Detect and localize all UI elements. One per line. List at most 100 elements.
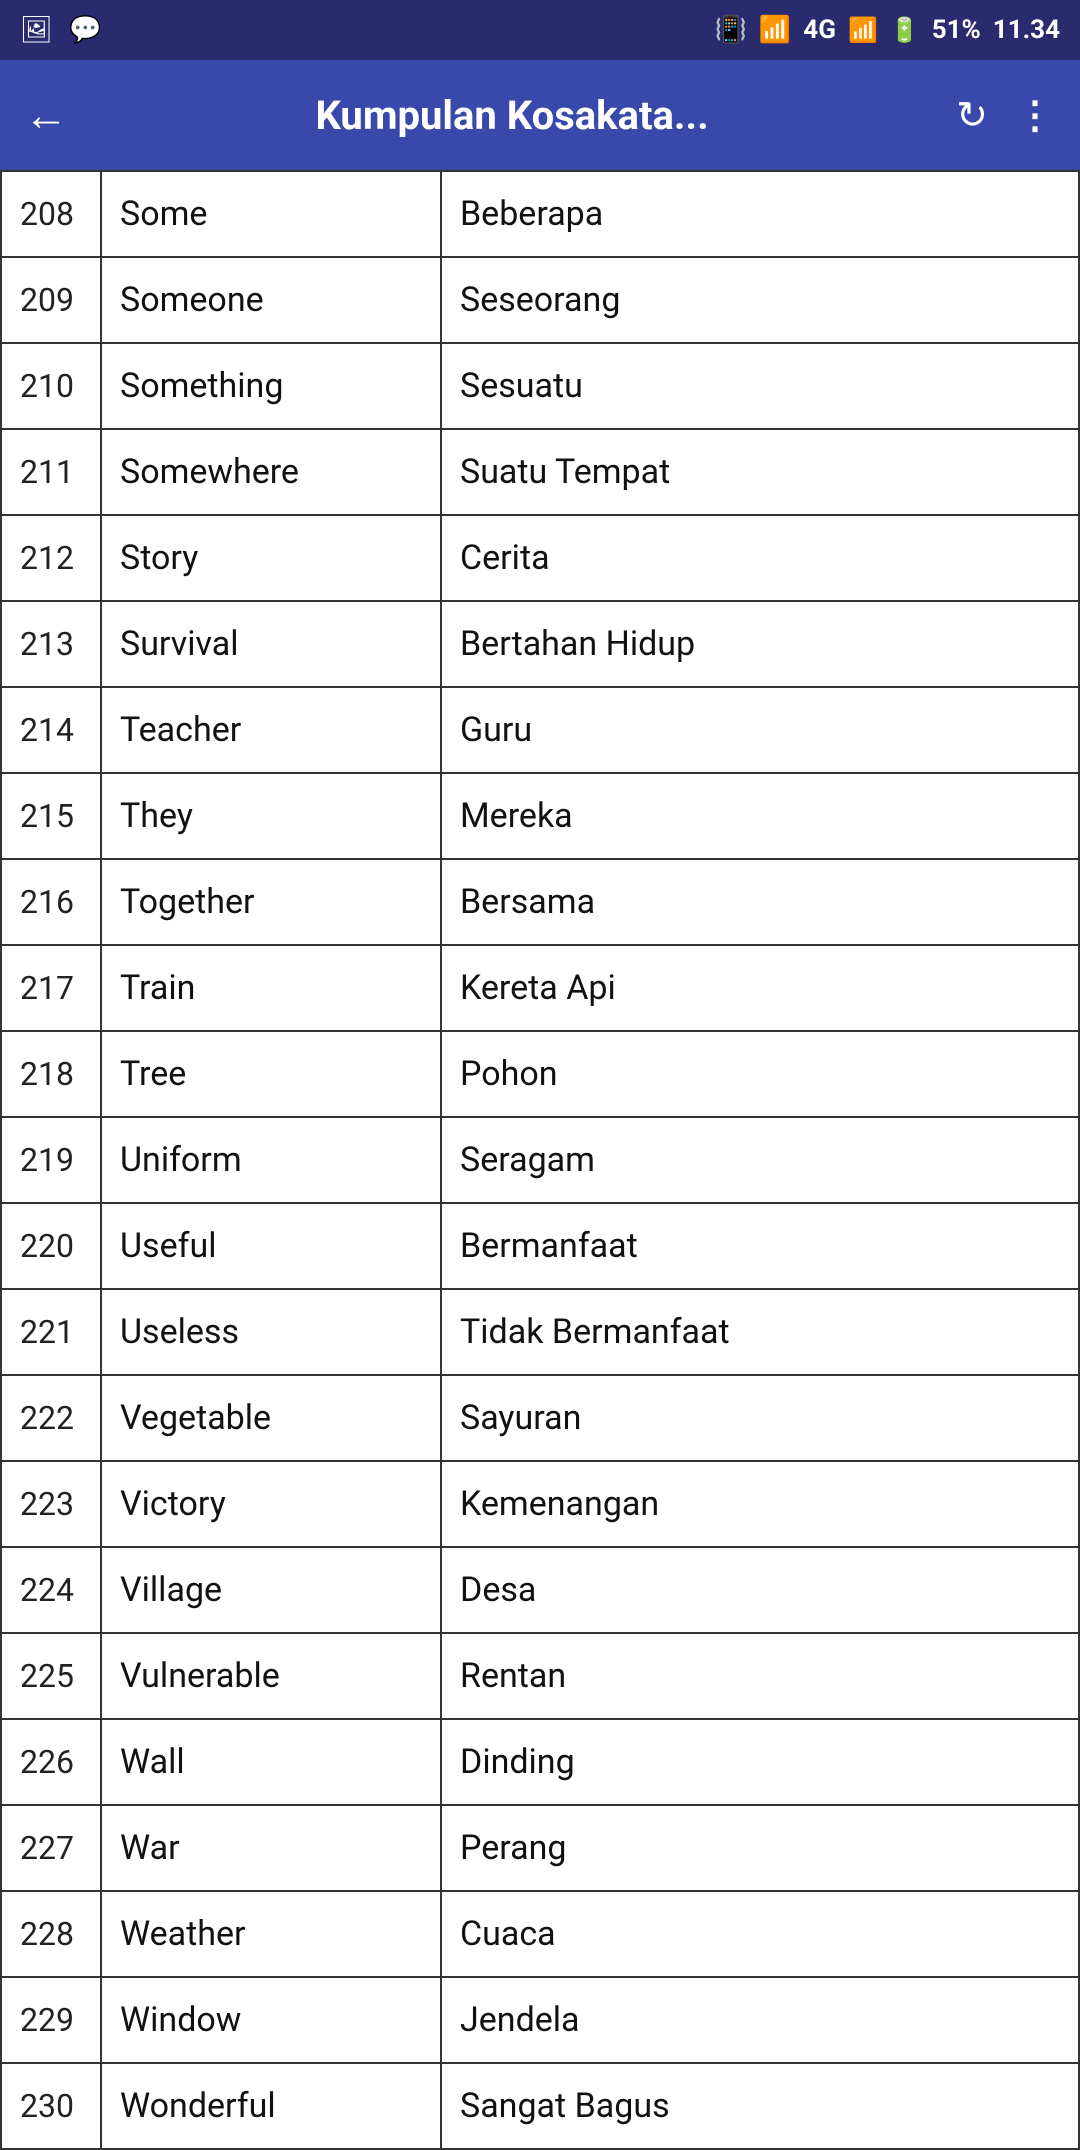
app-bar-actions: ↻ ⋮: [956, 93, 1056, 138]
english-word: Useful: [101, 1203, 441, 1289]
signal-bars-icon: 📶: [848, 16, 878, 44]
english-word: Tree: [101, 1031, 441, 1117]
indonesian-translation: Sayuran: [441, 1375, 1079, 1461]
indonesian-translation: Cerita: [441, 515, 1079, 601]
table-row[interactable]: 218TreePohon: [1, 1031, 1079, 1117]
table-row[interactable]: 210SomethingSesuatu: [1, 343, 1079, 429]
english-word: Uniform: [101, 1117, 441, 1203]
row-number: 223: [1, 1461, 101, 1547]
table-row[interactable]: 227WarPerang: [1, 1805, 1079, 1891]
english-word: Survival: [101, 601, 441, 687]
indonesian-translation: Bersama: [441, 859, 1079, 945]
english-word: Window: [101, 1977, 441, 2063]
indonesian-translation: Kemenangan: [441, 1461, 1079, 1547]
english-word: War: [101, 1805, 441, 1891]
table-row[interactable]: 223VictoryKemenangan: [1, 1461, 1079, 1547]
row-number: 218: [1, 1031, 101, 1117]
table-row[interactable]: 226WallDinding: [1, 1719, 1079, 1805]
status-bar: 🖼 💬 📳 📶 4G 📶 🔋 51% 11.34: [0, 0, 1080, 60]
english-word: Vegetable: [101, 1375, 441, 1461]
indonesian-translation: Perang: [441, 1805, 1079, 1891]
table-row[interactable]: 214TeacherGuru: [1, 687, 1079, 773]
row-number: 214: [1, 687, 101, 773]
table-row[interactable]: 228WeatherCuaca: [1, 1891, 1079, 1977]
clock: 11.34: [993, 15, 1060, 45]
table-row[interactable]: 229WindowJendela: [1, 1977, 1079, 2063]
vocab-table: 208SomeBeberapa209SomeoneSeseorang210Som…: [0, 170, 1080, 2150]
signal-label: 4G: [803, 15, 836, 45]
refresh-button[interactable]: ↻: [956, 93, 988, 138]
row-number: 211: [1, 429, 101, 515]
indonesian-translation: Seragam: [441, 1117, 1079, 1203]
table-row[interactable]: 225VulnerableRentan: [1, 1633, 1079, 1719]
indonesian-translation: Desa: [441, 1547, 1079, 1633]
indonesian-translation: Rentan: [441, 1633, 1079, 1719]
app-bar-title: Kumpulan Kosakata...: [98, 92, 926, 139]
row-number: 210: [1, 343, 101, 429]
table-row[interactable]: 224VillageDesa: [1, 1547, 1079, 1633]
indonesian-translation: Suatu Tempat: [441, 429, 1079, 515]
english-word: Some: [101, 171, 441, 257]
english-word: Village: [101, 1547, 441, 1633]
english-word: Weather: [101, 1891, 441, 1977]
english-word: Something: [101, 343, 441, 429]
indonesian-translation: Jendela: [441, 1977, 1079, 2063]
row-number: 225: [1, 1633, 101, 1719]
english-word: Train: [101, 945, 441, 1031]
back-button[interactable]: ←: [24, 89, 68, 141]
table-row[interactable]: 230WonderfulSangat Bagus: [1, 2063, 1079, 2149]
row-number: 208: [1, 171, 101, 257]
table-row[interactable]: 220UsefulBermanfaat: [1, 1203, 1079, 1289]
row-number: 216: [1, 859, 101, 945]
english-word: Teacher: [101, 687, 441, 773]
table-row[interactable]: 216TogetherBersama: [1, 859, 1079, 945]
indonesian-translation: Bermanfaat: [441, 1203, 1079, 1289]
app-bar: ← Kumpulan Kosakata... ↻ ⋮: [0, 60, 1080, 170]
table-row[interactable]: 221UselessTidak Bermanfaat: [1, 1289, 1079, 1375]
row-number: 226: [1, 1719, 101, 1805]
row-number: 221: [1, 1289, 101, 1375]
english-word: Together: [101, 859, 441, 945]
indonesian-translation: Sesuatu: [441, 343, 1079, 429]
english-word: They: [101, 773, 441, 859]
table-row[interactable]: 213SurvivalBertahan Hidup: [1, 601, 1079, 687]
status-left: 🖼 💬: [20, 15, 101, 45]
table-row[interactable]: 215TheyMereka: [1, 773, 1079, 859]
table-row[interactable]: 217TrainKereta Api: [1, 945, 1079, 1031]
indonesian-translation: Guru: [441, 687, 1079, 773]
table-row[interactable]: 211SomewhereSuatu Tempat: [1, 429, 1079, 515]
indonesian-translation: Dinding: [441, 1719, 1079, 1805]
message-icon: 💬: [69, 15, 101, 45]
menu-button[interactable]: ⋮: [1016, 93, 1056, 138]
row-number: 227: [1, 1805, 101, 1891]
indonesian-translation: Bertahan Hidup: [441, 601, 1079, 687]
table-row[interactable]: 219UniformSeragam: [1, 1117, 1079, 1203]
status-right: 📳 📶 4G 📶 🔋 51% 11.34: [715, 15, 1060, 45]
row-number: 213: [1, 601, 101, 687]
row-number: 220: [1, 1203, 101, 1289]
table-row[interactable]: 208SomeBeberapa: [1, 171, 1079, 257]
english-word: Vulnerable: [101, 1633, 441, 1719]
english-word: Wonderful: [101, 2063, 441, 2149]
indonesian-translation: Seseorang: [441, 257, 1079, 343]
row-number: 229: [1, 1977, 101, 2063]
table-row[interactable]: 209SomeoneSeseorang: [1, 257, 1079, 343]
row-number: 209: [1, 257, 101, 343]
indonesian-translation: Kereta Api: [441, 945, 1079, 1031]
vibrate-icon: 📳: [715, 15, 747, 45]
english-word: Somewhere: [101, 429, 441, 515]
row-number: 212: [1, 515, 101, 601]
english-word: Victory: [101, 1461, 441, 1547]
table-row[interactable]: 222VegetableSayuran: [1, 1375, 1079, 1461]
indonesian-translation: Cuaca: [441, 1891, 1079, 1977]
table-row[interactable]: 212StoryCerita: [1, 515, 1079, 601]
row-number: 217: [1, 945, 101, 1031]
row-number: 228: [1, 1891, 101, 1977]
row-number: 219: [1, 1117, 101, 1203]
photo-icon: 🖼: [20, 15, 53, 45]
english-word: Story: [101, 515, 441, 601]
battery-icon: 🔋: [890, 16, 920, 44]
indonesian-translation: Tidak Bermanfaat: [441, 1289, 1079, 1375]
english-word: Someone: [101, 257, 441, 343]
indonesian-translation: Sangat Bagus: [441, 2063, 1079, 2149]
